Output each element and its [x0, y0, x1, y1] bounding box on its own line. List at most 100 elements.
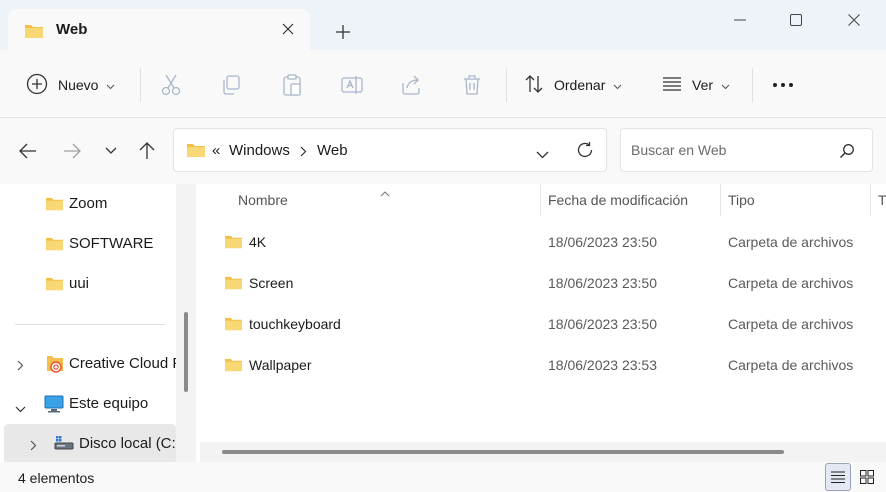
paste-icon[interactable] — [279, 72, 305, 98]
up-arrow-icon[interactable] — [134, 138, 160, 164]
item-count: 4 elementos — [18, 470, 95, 486]
sort-button[interactable]: Ordenar — [524, 68, 622, 102]
maximize-icon[interactable] — [768, 0, 824, 40]
address-history-chevron-icon[interactable] — [536, 146, 549, 163]
new-tab-icon[interactable] — [330, 20, 356, 44]
column-divider[interactable] — [870, 184, 871, 216]
expand-chevron-icon[interactable] — [30, 438, 37, 454]
search-input[interactable]: Buscar en Web — [631, 142, 726, 158]
delete-icon[interactable] — [459, 72, 485, 98]
navigation-pane: Zoom SOFTWARE uui Creative Cloud F Este … — [0, 184, 176, 462]
row-date: 18/06/2023 23:53 — [548, 357, 657, 373]
sidebar-item-zoom[interactable]: Zoom — [0, 184, 176, 224]
row-date: 18/06/2023 23:50 — [548, 234, 657, 250]
row-type: Carpeta de archivos — [728, 275, 854, 291]
details-view-icon[interactable] — [825, 463, 851, 491]
sidebar-item-label: SOFTWARE — [69, 235, 154, 252]
table-row[interactable]: 4K 18/06/2023 23:50 Carpeta de archivos — [216, 224, 876, 260]
close-window-icon[interactable] — [826, 0, 882, 40]
new-label: Nuevo — [58, 77, 99, 93]
toolbar-divider — [506, 68, 507, 102]
sidebar-item-local-disk[interactable]: Disco local (C:) — [4, 424, 176, 462]
refresh-icon[interactable] — [576, 141, 594, 163]
sort-ascending-icon — [380, 184, 390, 200]
row-name: Wallpaper — [249, 357, 312, 373]
view-label: Ver — [692, 77, 714, 93]
file-list: Nombre Fecha de modificación Tipo T 4K 1… — [196, 184, 886, 462]
list-view-icon — [662, 76, 682, 95]
collapse-chevron-icon[interactable] — [15, 400, 26, 416]
view-button[interactable]: Ver — [662, 68, 730, 102]
toolbar-divider — [752, 68, 753, 102]
scrollbar-thumb[interactable] — [184, 312, 188, 392]
row-name: touchkeyboard — [249, 316, 341, 332]
column-divider[interactable] — [720, 184, 721, 216]
breadcrumb-overflow[interactable]: « — [212, 142, 220, 159]
recent-locations-chevron-icon[interactable] — [98, 138, 124, 164]
more-options-icon[interactable] — [770, 72, 796, 98]
horizontal-scrollbar[interactable] — [200, 442, 886, 462]
sidebar-item-label: Este equipo — [69, 395, 149, 412]
back-arrow-icon[interactable] — [15, 138, 41, 164]
row-name: Screen — [249, 275, 294, 291]
tab-web[interactable]: Web — [8, 9, 310, 50]
chevron-down-icon — [613, 77, 622, 93]
sort-label: Ordenar — [554, 77, 606, 93]
sidebar-item-label: Disco local (C:) — [79, 435, 176, 452]
search-icon[interactable] — [839, 143, 855, 162]
column-header-name[interactable]: Nombre — [238, 192, 288, 208]
folder-icon — [224, 234, 243, 252]
sidebar-item-creative-cloud[interactable]: Creative Cloud F — [0, 344, 176, 384]
folder-icon — [45, 276, 64, 294]
minimize-icon[interactable] — [712, 0, 768, 40]
tab-title: Web — [56, 21, 88, 38]
chevron-down-icon — [721, 77, 730, 93]
sidebar-scrollbar[interactable] — [176, 184, 196, 462]
row-type: Carpeta de archivos — [728, 357, 854, 373]
table-row[interactable]: Wallpaper 18/06/2023 23:53 Carpeta de ar… — [216, 347, 876, 383]
folder-icon — [45, 236, 64, 254]
forward-arrow-icon[interactable] — [59, 138, 85, 164]
new-button[interactable]: Nuevo — [26, 68, 115, 102]
sidebar-item-label: Creative Cloud F — [69, 355, 176, 372]
row-type: Carpeta de archivos — [728, 316, 854, 332]
folder-icon — [186, 142, 206, 161]
rename-icon[interactable] — [339, 72, 365, 98]
column-divider[interactable] — [540, 184, 541, 216]
breadcrumb-web[interactable]: Web — [317, 142, 348, 159]
sidebar-item-label: uui — [69, 275, 90, 292]
address-bar[interactable]: « Windows Web — [173, 128, 607, 172]
row-date: 18/06/2023 23:50 — [548, 275, 657, 291]
folder-icon — [224, 275, 243, 293]
creative-cloud-icon — [46, 354, 64, 377]
chevron-down-icon — [106, 77, 115, 93]
scrollbar-thumb[interactable] — [222, 450, 784, 454]
folder-icon — [224, 357, 243, 375]
table-row[interactable]: Screen 18/06/2023 23:50 Carpeta de archi… — [216, 265, 876, 301]
cut-icon[interactable] — [158, 72, 184, 98]
column-header-date[interactable]: Fecha de modificación — [548, 192, 688, 208]
row-name: 4K — [249, 234, 267, 250]
sidebar-item-label: Zoom — [69, 195, 108, 212]
copy-icon[interactable] — [218, 72, 244, 98]
breadcrumb-windows[interactable]: Windows — [229, 142, 290, 159]
share-icon[interactable] — [399, 72, 425, 98]
expand-chevron-icon[interactable] — [17, 358, 24, 374]
sidebar-item-uui[interactable]: uui — [0, 264, 176, 304]
column-header-type[interactable]: Tipo — [728, 192, 755, 208]
search-box[interactable]: Buscar en Web — [620, 128, 873, 172]
column-header-size[interactable]: T — [878, 192, 886, 208]
close-tab-icon[interactable] — [276, 17, 300, 41]
tiles-view-icon[interactable] — [854, 463, 880, 491]
sort-icon — [524, 74, 544, 97]
command-bar: Nuevo Ordenar Ver — [0, 50, 886, 118]
pc-icon — [44, 395, 64, 416]
table-row[interactable]: touchkeyboard 18/06/2023 23:50 Carpeta d… — [216, 306, 876, 342]
title-bar: Web — [0, 0, 886, 50]
folder-icon — [45, 196, 64, 214]
breadcrumb-chevron-icon — [300, 144, 307, 161]
sidebar-item-software[interactable]: SOFTWARE — [0, 224, 176, 264]
sidebar-item-this-pc[interactable]: Este equipo — [0, 384, 176, 424]
folder-icon — [24, 23, 44, 42]
row-type: Carpeta de archivos — [728, 234, 854, 250]
